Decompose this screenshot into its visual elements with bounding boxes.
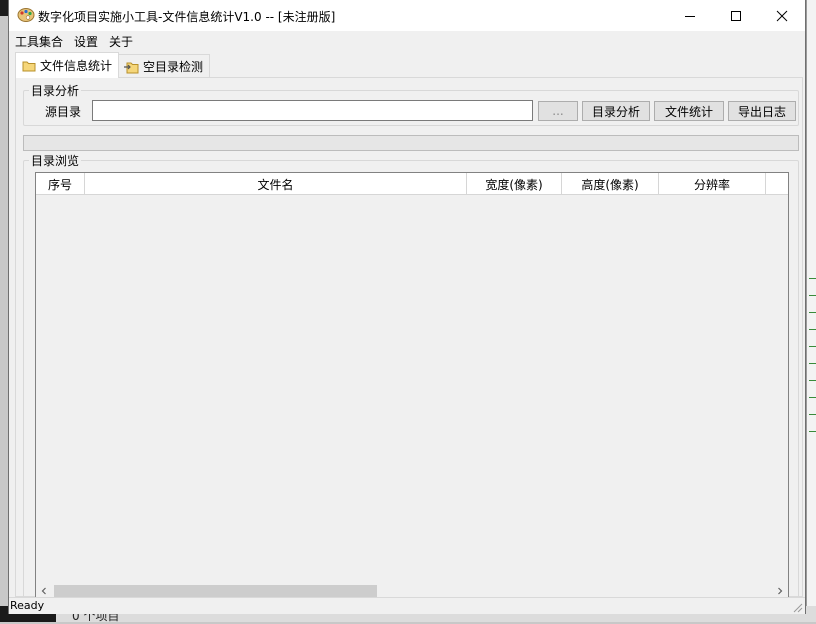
chevron-left-icon (41, 587, 46, 595)
scroll-thumb[interactable] (54, 585, 377, 597)
menu-tools[interactable]: 工具集合 (15, 33, 63, 50)
list-body[interactable] (36, 195, 788, 583)
close-button[interactable] (759, 0, 805, 31)
minimize-icon (685, 15, 695, 17)
tab-panel-file-info: 目录分析 源目录 ... 目录分析 文件统计 导出日志 目录浏览 序号 文件名 … (15, 77, 803, 600)
browse-group-title: 目录浏览 (31, 154, 80, 168)
column-height[interactable]: 高度(像素) (562, 173, 659, 195)
tab-strip: 文件信息统计 空目录检测 (9, 52, 805, 78)
background-window (806, 0, 816, 622)
progress-bar (23, 135, 799, 151)
status-bar: Ready (9, 597, 805, 614)
title-bar[interactable]: 数字化项目实施小工具-文件信息统计V1.0 -- [未注册版] (9, 0, 805, 31)
minimize-button[interactable] (667, 0, 713, 31)
arrow-folder-icon (123, 60, 139, 74)
palette-icon (17, 7, 35, 23)
menu-bar: 工具集合 设置 关于 (9, 31, 805, 51)
folder-icon (22, 60, 36, 72)
app-window: 数字化项目实施小工具-文件信息统计V1.0 -- [未注册版] 工具集合 设置 … (8, 0, 806, 614)
browse-button[interactable]: ... (538, 101, 578, 121)
menu-settings[interactable]: 设置 (74, 33, 98, 50)
menu-about[interactable]: 关于 (109, 33, 133, 50)
file-stats-button[interactable]: 文件统计 (654, 101, 724, 121)
maximize-button[interactable] (713, 0, 759, 31)
file-list[interactable]: 序号 文件名 宽度(像素) 高度(像素) 分辨率 (35, 172, 789, 600)
source-dir-input[interactable] (92, 100, 533, 121)
maximize-icon (731, 10, 741, 21)
status-text: Ready (10, 599, 45, 612)
column-index[interactable]: 序号 (36, 173, 85, 195)
resize-grip-icon[interactable] (791, 601, 803, 613)
column-filename[interactable]: 文件名 (85, 173, 467, 195)
source-dir-label: 源目录 (45, 105, 82, 119)
tab-empty-dir[interactable]: 空目录检测 (116, 54, 211, 78)
analyze-dir-button[interactable]: 目录分析 (582, 101, 650, 121)
close-icon (776, 10, 788, 21)
tab-file-info[interactable]: 文件信息统计 (15, 52, 120, 78)
export-log-button[interactable]: 导出日志 (728, 101, 796, 121)
column-resolution[interactable]: 分辨率 (659, 173, 766, 195)
chevron-right-icon (778, 587, 783, 595)
tab-file-info-label: 文件信息统计 (40, 59, 113, 73)
window-title: 数字化项目实施小工具-文件信息统计V1.0 -- [未注册版] (38, 10, 336, 24)
column-width[interactable]: 宽度(像素) (467, 173, 562, 195)
list-header: 序号 文件名 宽度(像素) 高度(像素) 分辨率 (36, 173, 788, 195)
background-window-edge (0, 0, 8, 16)
analysis-group-title: 目录分析 (31, 84, 80, 98)
tab-empty-dir-label: 空目录检测 (143, 60, 204, 74)
